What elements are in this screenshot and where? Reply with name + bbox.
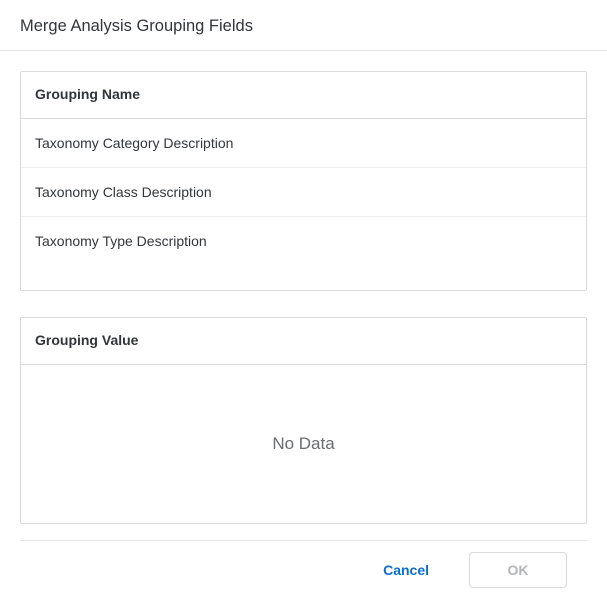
grouping-value-header: Grouping Value	[21, 318, 586, 365]
grouping-name-header-text: Grouping Name	[35, 86, 140, 102]
dialog-content: Grouping Name Taxonomy Category Descript…	[0, 51, 607, 540]
grouping-name-header: Grouping Name	[21, 72, 586, 119]
list-item-label: Taxonomy Class Description	[35, 184, 212, 200]
list-item-label: Taxonomy Category Description	[35, 135, 233, 151]
grouping-name-list: Taxonomy Category Description Taxonomy C…	[21, 119, 586, 265]
list-item-label: Taxonomy Type Description	[35, 233, 207, 249]
list-item[interactable]: Taxonomy Class Description	[21, 168, 586, 217]
merge-analysis-dialog: Merge Analysis Grouping Fields Grouping …	[0, 0, 607, 599]
list-item[interactable]: Taxonomy Type Description	[21, 217, 586, 265]
dialog-header: Merge Analysis Grouping Fields	[0, 0, 607, 51]
dialog-title: Merge Analysis Grouping Fields	[20, 17, 587, 36]
ok-button[interactable]: OK	[469, 552, 567, 588]
no-data-text: No Data	[272, 434, 334, 454]
grouping-value-header-text: Grouping Value	[35, 332, 138, 348]
grouping-name-panel: Grouping Name Taxonomy Category Descript…	[20, 71, 587, 291]
cancel-button[interactable]: Cancel	[363, 552, 457, 588]
list-item[interactable]: Taxonomy Category Description	[21, 119, 586, 168]
grouping-value-panel: Grouping Value No Data	[20, 317, 587, 524]
dialog-footer: Cancel OK	[20, 540, 587, 599]
grouping-value-body: No Data	[21, 365, 586, 522]
